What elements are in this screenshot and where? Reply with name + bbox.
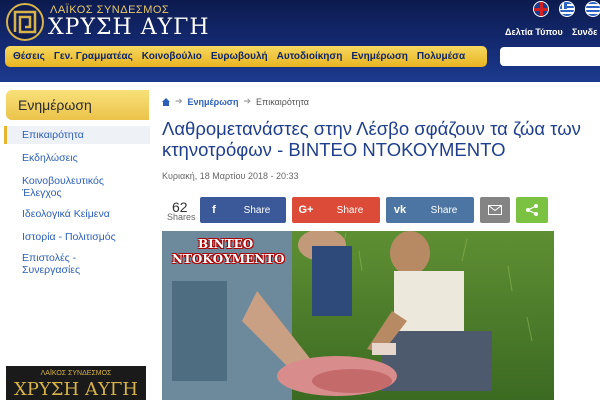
facebook-icon: f (212, 204, 216, 216)
sidebar-heading-label: Ενημέρωση (18, 97, 92, 113)
nav-item-gen-grammateas[interactable]: Γεν. Γραμματέας (54, 51, 133, 62)
nav-item-enimerosi[interactable]: Ενημέρωση (351, 51, 408, 62)
sidebar-item-ekdiloseis[interactable]: Εκδηλώσεις (22, 152, 78, 164)
meander-logo-icon[interactable] (6, 3, 44, 41)
logo-title[interactable]: ΧΡΥΣΗ ΑΥΓΗ (48, 15, 210, 40)
email-icon (488, 205, 502, 215)
chevron-right-icon: ➔ (175, 96, 183, 106)
facebook-share-button[interactable]: f Share (200, 197, 286, 223)
press-releases-link[interactable]: Δελτία Τύπου (505, 27, 563, 37)
googleplus-share-label: Share (336, 204, 364, 216)
vk-icon: vk (393, 204, 407, 216)
image-overlay-line1: ΒΙΝΤΕΟ (198, 237, 254, 251)
banner-subtitle: ΛΑΪΚΟΣ ΣΥΝΔΕΣΜΟΣ (40, 370, 112, 377)
article-title: Λαθρομετανάστες στην Λέσβο σφάζουν τα ζώ… (162, 118, 581, 160)
main-nav: Θέσεις Γεν. Γραμματέας Κοινοβούλιο Ευρωβ… (5, 46, 487, 67)
vk-share-label: Share (430, 204, 458, 216)
share-count-label: Shares (167, 212, 196, 222)
home-icon[interactable] (162, 97, 170, 106)
image-overlay-line2: ΝΤΟΚΟΥΜΕΝΤΟ (172, 252, 285, 266)
greek-flag-icon[interactable] (559, 1, 575, 17)
sidebar-item-ideologika-keimena[interactable]: Ιδεολογικά Κείμενα (22, 208, 110, 220)
breadcrumb-current: Επικαιρότητα (256, 96, 309, 107)
nav-item-theseis[interactable]: Θέσεις (13, 51, 45, 62)
breadcrumb-section-link[interactable]: Ενημέρωση (188, 97, 239, 107)
article-image[interactable]: ΒΙΝΤΕΟ ΝΤΟΚΟΥΜΕΝΤΟ (162, 231, 554, 400)
article-date: Κυριακή, 18 Μαρτίου 2018 - 20:33 (162, 171, 299, 181)
english-flag-icon[interactable] (533, 1, 549, 17)
sidebar-heading: Ενημέρωση (6, 90, 149, 120)
googleplus-icon: G+ (298, 204, 314, 216)
nav-item-polymesa[interactable]: Πολυμέσα (417, 51, 465, 62)
sidebar-item-istoria-politismos[interactable]: Ιστορία - Πολιτισμός (22, 231, 116, 243)
facebook-share-label: Share (243, 204, 271, 216)
greek-flag-icon[interactable] (585, 1, 600, 17)
googleplus-share-button[interactable]: G+ Share (292, 197, 380, 223)
main-content: ➔ Ενημέρωση ➔ Επικαιρότητα Λαθρομετανάστ… (150, 82, 600, 400)
share-icon (526, 204, 538, 216)
search-input[interactable] (500, 47, 600, 66)
image-overlay-label: ΒΙΝΤΕΟ ΝΤΟΚΟΥΜΕΝΤΟ (172, 237, 285, 267)
nav-item-koinovoulio[interactable]: Κοινοβούλιο (142, 51, 202, 62)
sidebar: Ενημέρωση Επικαιρότητα Εκδηλώσεις Κοινοβ… (0, 82, 150, 400)
nav-item-aftodioikisi[interactable]: Αυτοδιοίκηση (277, 51, 343, 62)
sidebar-item-epikairotita[interactable]: Επικαιρότητα (22, 129, 84, 141)
more-share-button[interactable] (516, 197, 548, 223)
chevron-right-icon: ➔ (243, 96, 251, 106)
header-link[interactable]: Συνδε (572, 27, 597, 37)
nav-item-evrovouli[interactable]: Ευρωβουλή (211, 51, 268, 62)
sidebar-banner[interactable]: ΛΑΪΚΟΣ ΣΥΝΔΕΣΜΟΣ ΧΡΥΣΗ ΑΥΓΗ (6, 366, 146, 400)
banner-title: ΧΡΥΣΗ ΑΥΓΗ (13, 379, 139, 400)
sidebar-item-koinovouleftikos-elegxos[interactable]: Κοινοβουλευτικός Έλεγχος (22, 175, 132, 199)
site-header: ΛΑΪΚΟΣ ΣΥΝΔΕΣΜΟΣ ΧΡΥΣΗ ΑΥΓΗ Δελτία Τύπου… (0, 0, 600, 82)
sidebar-item-epistoles-synergasies[interactable]: Επιστολές - Συνεργασίες (22, 252, 112, 276)
breadcrumb: ➔ Ενημέρωση ➔ Επικαιρότητα (162, 96, 309, 107)
email-share-button[interactable] (480, 197, 510, 223)
vk-share-button[interactable]: vk Share (386, 197, 474, 223)
